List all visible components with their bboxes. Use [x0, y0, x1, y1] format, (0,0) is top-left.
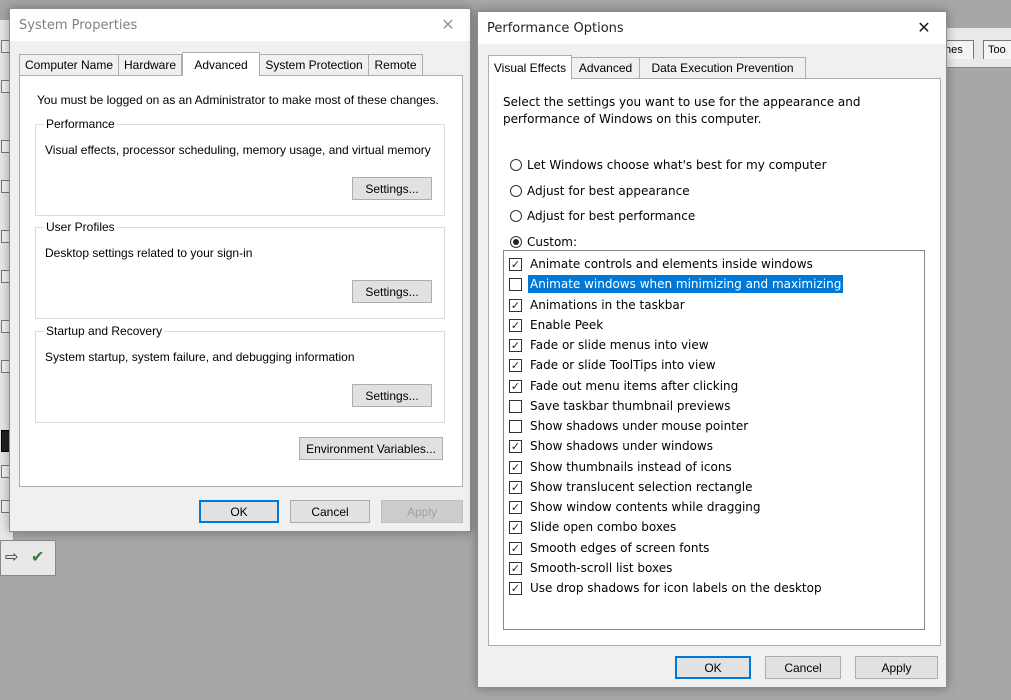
- checkbox[interactable]: ✓: [509, 298, 522, 312]
- close-icon[interactable]: ✕: [426, 9, 470, 41]
- checkbox[interactable]: ✓: [509, 460, 522, 474]
- user-profiles-settings-button[interactable]: Settings...: [352, 280, 432, 303]
- intro-line: Select the settings you want to use for …: [503, 95, 861, 109]
- effect-label: Fade or slide menus into view: [530, 338, 709, 352]
- checkbox[interactable]: [509, 420, 522, 433]
- ok-button[interactable]: OK: [675, 656, 751, 679]
- environment-variables-button[interactable]: Environment Variables...: [299, 437, 443, 460]
- effect-label: Smooth-scroll list boxes: [530, 560, 673, 575]
- effect-label: Show thumbnails instead of icons: [530, 459, 732, 474]
- advanced-tab-panel: You must be logged on as an Administrato…: [19, 75, 463, 487]
- window-title: Performance Options: [487, 21, 624, 36]
- effect-label: Slide open combo boxes: [530, 520, 677, 535]
- background-app-panel: ⇨ ✔: [0, 540, 56, 576]
- effect-label: Show shadows under mouse pointer: [530, 419, 749, 433]
- checkbox[interactable]: ✓: [509, 480, 522, 494]
- performance-group-title: Performance: [44, 117, 117, 131]
- checkbox[interactable]: ✓: [509, 379, 522, 393]
- tab-advanced[interactable]: Advanced: [571, 57, 640, 79]
- checkbox[interactable]: ✓: [509, 582, 522, 595]
- radio-unchecked-icon[interactable]: [510, 159, 522, 171]
- tab-remote[interactable]: Remote: [368, 54, 423, 76]
- ok-button[interactable]: OK: [199, 500, 279, 523]
- checkbox[interactable]: ✓: [509, 561, 522, 575]
- user-profiles-group: User Profiles Desktop settings related t…: [35, 220, 445, 319]
- radio-label: Custom:: [527, 234, 578, 249]
- visual-effects-intro: Select the settings you want to use for …: [503, 94, 861, 128]
- performance-group: Performance Visual effects, processor sc…: [35, 117, 445, 216]
- performance-options-titlebar[interactable]: Performance Options ✕: [478, 12, 946, 44]
- user-profiles-group-title: User Profiles: [44, 220, 117, 234]
- radio-unchecked-icon[interactable]: [510, 184, 522, 197]
- performance-description: Visual effects, processor scheduling, me…: [45, 143, 431, 157]
- tab-advanced[interactable]: Advanced: [182, 52, 260, 76]
- effect-label: Use drop shadows for icon labels on the …: [530, 581, 822, 595]
- startup-recovery-settings-button[interactable]: Settings...: [352, 384, 432, 407]
- checkbox[interactable]: [509, 399, 522, 413]
- background-tab: Too: [983, 40, 1011, 59]
- tab-data-execution-prevention[interactable]: Data Execution Prevention: [639, 57, 806, 79]
- intro-line: performance of Windows on this computer.: [503, 112, 762, 126]
- checkbox[interactable]: ✓: [509, 339, 522, 352]
- effect-label: Animations in the taskbar: [530, 297, 685, 312]
- cancel-button[interactable]: Cancel: [290, 500, 370, 523]
- radio-label: Adjust for best appearance: [527, 183, 690, 198]
- system-properties-titlebar[interactable]: System Properties ✕: [10, 9, 470, 41]
- checkbox[interactable]: ✓: [509, 258, 522, 271]
- cancel-button[interactable]: Cancel: [765, 656, 841, 679]
- arrow-right-icon: ⇨: [5, 549, 19, 566]
- apply-button[interactable]: Apply: [855, 656, 938, 679]
- startup-recovery-group: Startup and Recovery System startup, sys…: [35, 324, 445, 423]
- tab-visual-effects[interactable]: Visual Effects: [488, 55, 572, 79]
- performance-settings-button[interactable]: Settings...: [352, 177, 432, 200]
- effect-label: Fade out menu items after clicking: [530, 378, 739, 393]
- checkbox[interactable]: ✓: [509, 521, 522, 535]
- checkbox[interactable]: ✓: [509, 359, 522, 373]
- tab-system-protection[interactable]: System Protection: [259, 54, 369, 76]
- performance-options-window: Performance Options ✕ Visual Effects Adv…: [477, 11, 947, 688]
- effect-label: Fade or slide ToolTips into view: [530, 358, 716, 373]
- checkbox[interactable]: ✓: [509, 541, 522, 555]
- visual-effects-list[interactable]: ✓ Animate controls and elements inside wi…: [503, 250, 925, 630]
- performance-options-tabs: Visual Effects Advanced Data Execution P…: [488, 55, 938, 79]
- system-properties-window: System Properties ✕ Computer Name Hardwa…: [9, 8, 471, 532]
- effect-label: Save taskbar thumbnail previews: [530, 398, 731, 413]
- radio-label: Adjust for best performance: [527, 209, 696, 223]
- effect-label: Animate controls and elements inside win…: [530, 257, 813, 271]
- radio-label: Let Windows choose what's best for my co…: [527, 158, 827, 172]
- radio-checked-icon[interactable]: [510, 235, 522, 248]
- admin-notice: You must be logged on as an Administrato…: [37, 93, 439, 107]
- tab-hardware[interactable]: Hardware: [118, 54, 182, 76]
- checkmark-icon: ✔: [31, 549, 45, 566]
- checkbox[interactable]: ✓: [509, 318, 522, 332]
- startup-recovery-group-title: Startup and Recovery: [44, 324, 165, 338]
- user-profiles-description: Desktop settings related to your sign-in: [45, 246, 253, 260]
- tab-computer-name[interactable]: Computer Name: [19, 54, 119, 76]
- checkbox[interactable]: ✓: [509, 440, 522, 454]
- effect-label: Animate windows when minimizing and maxi…: [528, 275, 844, 294]
- radio-unchecked-icon[interactable]: [510, 210, 522, 222]
- effect-label: Show shadows under windows: [530, 439, 713, 454]
- effect-label: Show window contents while dragging: [530, 500, 761, 514]
- window-title: System Properties: [19, 18, 138, 33]
- checkbox[interactable]: ✓: [509, 501, 522, 514]
- apply-button: Apply: [381, 500, 463, 523]
- close-icon[interactable]: ✕: [902, 12, 946, 44]
- startup-recovery-description: System startup, system failure, and debu…: [45, 350, 355, 364]
- effect-label: Show translucent selection rectangle: [530, 479, 753, 494]
- system-properties-tabs: Computer Name Hardware Advanced System P…: [19, 52, 459, 76]
- effect-label: Smooth edges of screen fonts: [530, 540, 710, 555]
- visual-effects-panel: Select the settings you want to use for …: [488, 78, 941, 646]
- checkbox[interactable]: [509, 278, 522, 292]
- effect-label: Enable Peek: [530, 317, 604, 332]
